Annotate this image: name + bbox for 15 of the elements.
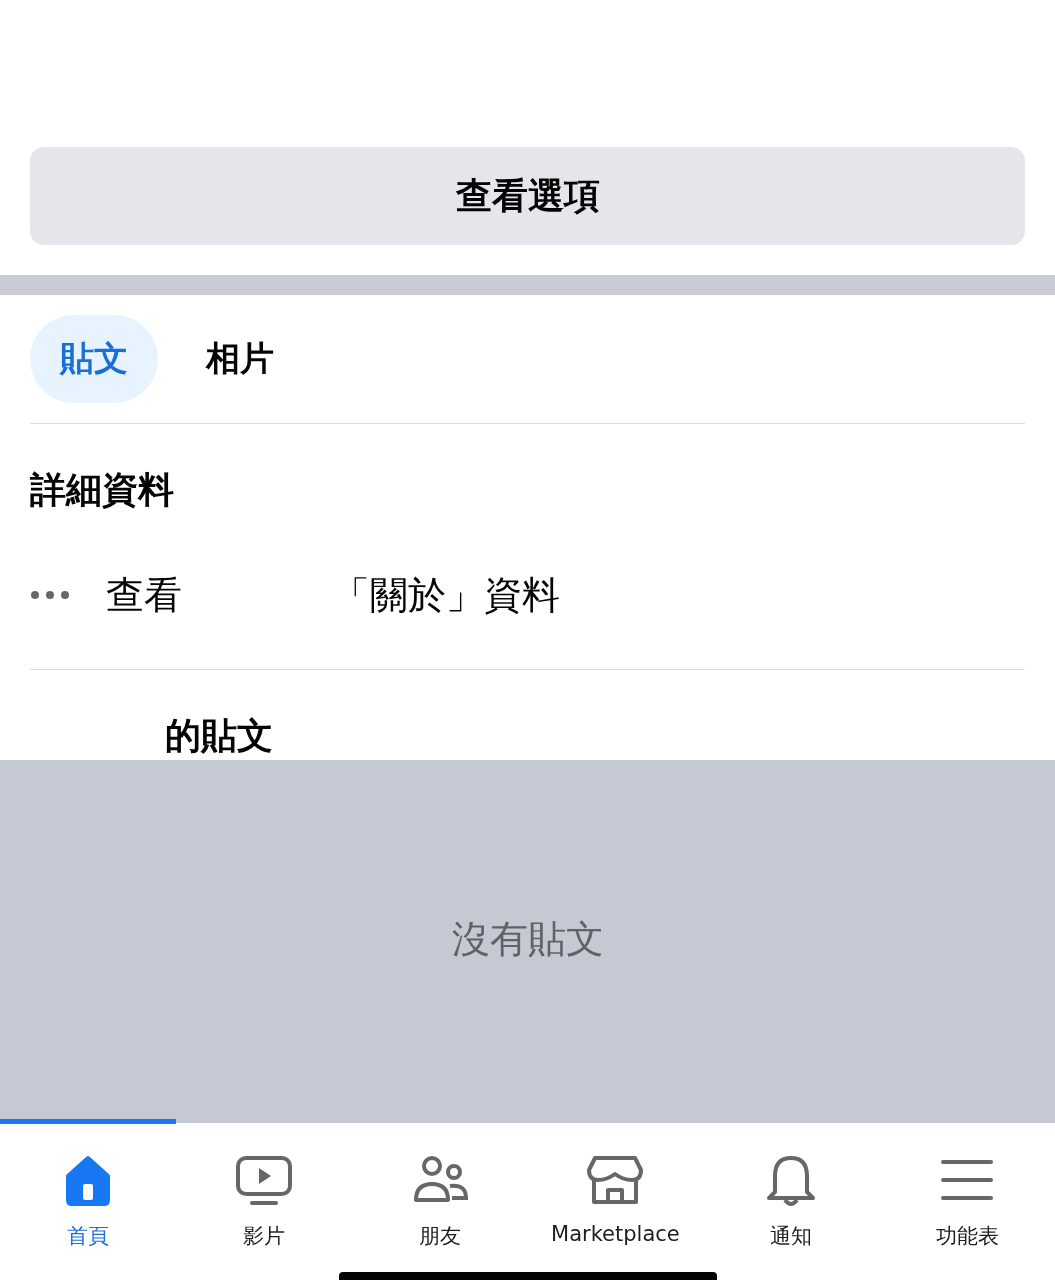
nav-tab[interactable]: 朋友: [351, 1118, 528, 1273]
nav-tab[interactable]: 通知: [703, 1118, 880, 1273]
section-heading: 的貼文: [164, 713, 274, 758]
nav-tab[interactable]: Marketplace: [527, 1118, 704, 1273]
view-options-button[interactable]: 查看選項: [30, 147, 1025, 245]
about-link-text[interactable]: 「關於」資料: [332, 569, 560, 621]
about-link-text[interactable]: 查看: [106, 569, 182, 621]
nav-tab[interactable]: 首頁: [0, 1118, 176, 1273]
nav-tab[interactable]: 功能表: [879, 1118, 1055, 1273]
nav-tab[interactable]: 影片: [175, 1118, 352, 1273]
empty-message: 沒有貼文: [451, 915, 604, 963]
tab[interactable]: 貼文: [30, 314, 158, 403]
section-heading: 詳細資料: [30, 467, 175, 512]
more-icon: [30, 590, 70, 601]
tab[interactable]: 相片: [176, 314, 304, 403]
